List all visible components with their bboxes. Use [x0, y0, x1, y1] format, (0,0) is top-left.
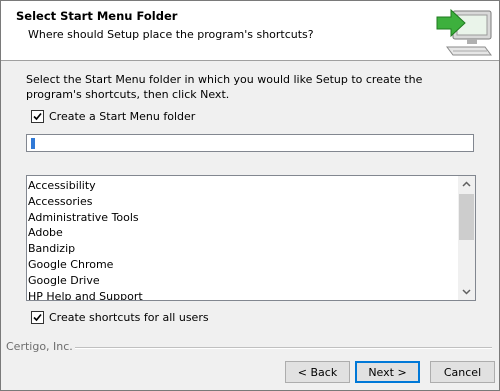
company-name: Certigo, Inc. [6, 340, 73, 353]
checkmark-icon [33, 313, 42, 322]
list-item[interactable]: Google Chrome [28, 257, 458, 273]
checkmark-icon [33, 112, 42, 121]
all-users-label: Create shortcuts for all users [49, 311, 209, 324]
list-item[interactable]: Accessibility [28, 178, 458, 194]
list-item[interactable]: Google Drive [28, 273, 458, 289]
chevron-up-icon [462, 181, 471, 187]
scroll-up-button[interactable] [458, 176, 475, 193]
create-start-menu-folder-checkbox[interactable]: Create a Start Menu folder [31, 110, 195, 123]
list-item[interactable]: HP Help and Support [28, 289, 458, 300]
scroll-down-button[interactable] [458, 283, 475, 300]
next-button[interactable]: Next > [355, 361, 420, 383]
page-subtitle: Where should Setup place the program's s… [28, 28, 314, 41]
wizard-header: Select Start Menu Folder Where should Se… [1, 1, 499, 61]
back-button[interactable]: < Back [285, 361, 350, 383]
text-caret [31, 138, 35, 149]
list-item[interactable]: Administrative Tools [28, 210, 458, 226]
cancel-button[interactable]: Cancel [430, 361, 495, 383]
create-shortcuts-all-users-checkbox[interactable]: Create shortcuts for all users [31, 311, 209, 324]
start-menu-folder-input[interactable] [26, 134, 474, 152]
page-title: Select Start Menu Folder [16, 9, 178, 23]
list-item[interactable]: Accessories [28, 194, 458, 210]
footer-divider [75, 347, 492, 349]
create-folder-label: Create a Start Menu folder [49, 110, 196, 123]
scroll-thumb[interactable] [459, 194, 474, 240]
checkbox-box[interactable] [31, 110, 44, 123]
vertical-scrollbar[interactable] [458, 176, 475, 300]
instructions-text: Select the Start Menu folder in which yo… [26, 73, 423, 101]
list-item[interactable]: Adobe [28, 225, 458, 241]
computer-setup-icon [433, 5, 497, 59]
checkbox-box[interactable] [31, 311, 44, 324]
folder-list-items: Accessibility Accessories Administrative T… [28, 178, 458, 300]
list-item[interactable]: Bandizip [28, 241, 458, 257]
chevron-down-icon [462, 289, 471, 295]
start-menu-folder-list[interactable]: Accessibility Accessories Administrative T… [26, 175, 476, 301]
